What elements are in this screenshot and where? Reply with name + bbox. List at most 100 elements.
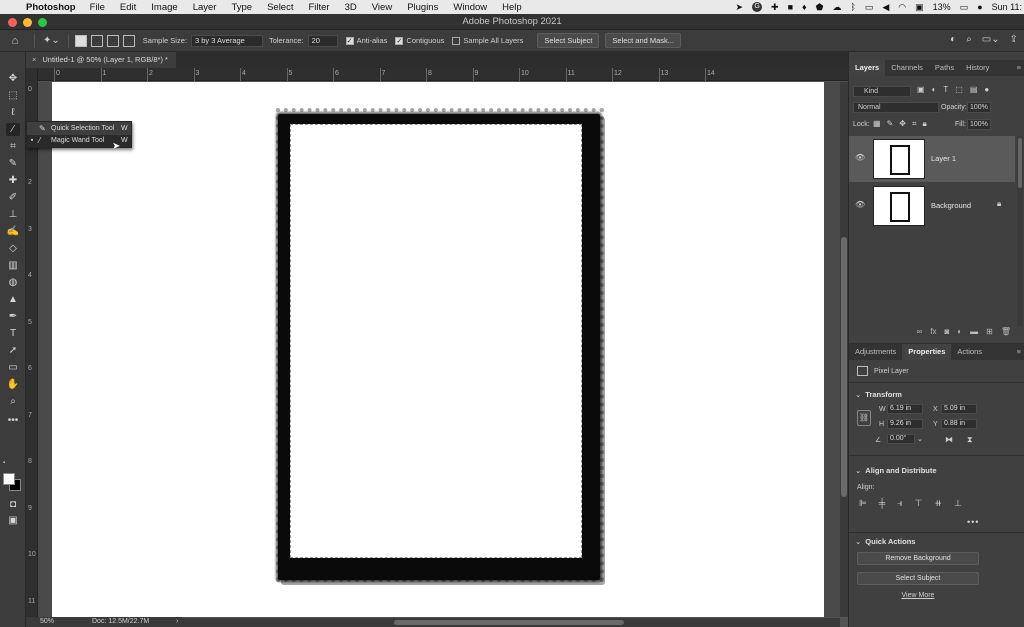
foreground-color-swatch[interactable]: [3, 473, 15, 485]
flip-horizontal-icon[interactable]: ⧓: [945, 435, 953, 444]
tab-layers[interactable]: Layers: [849, 60, 886, 76]
lock-pixels-icon[interactable]: ▦: [873, 119, 881, 129]
align-center-h-icon[interactable]: ╪: [879, 498, 885, 509]
panel-menu-icon[interactable]: ≡: [1017, 344, 1024, 360]
home-icon[interactable]: ⌂: [0, 35, 30, 47]
blur-tool-icon[interactable]: ◍: [6, 276, 20, 289]
marquee-tool-icon[interactable]: ⬚: [6, 89, 20, 102]
bluetooth-icon[interactable]: ᛒ: [850, 2, 855, 12]
layer-style-icon[interactable]: fx: [930, 327, 936, 341]
link-layers-icon[interactable]: ∞: [917, 327, 923, 341]
add-mask-icon[interactable]: ◙: [944, 327, 949, 341]
dodge-tool-icon[interactable]: ▲: [6, 293, 20, 306]
align-section-header[interactable]: ⌄ Align and Distribute: [855, 466, 937, 475]
menu-help[interactable]: Help: [502, 2, 522, 13]
user-icon[interactable]: ●: [977, 2, 982, 12]
quick-mask-icon[interactable]: ◘: [6, 498, 20, 511]
select-subject-quick-button[interactable]: Select Subject: [857, 572, 979, 585]
visibility-eye-icon[interactable]: 👁︎: [855, 153, 865, 162]
remove-background-button[interactable]: Remove Background: [857, 552, 979, 565]
move-tool-icon[interactable]: ✥: [6, 72, 20, 85]
adjustment-layer-icon[interactable]: ◐: [957, 327, 962, 341]
magic-wand-preset-icon[interactable]: ✦⌄: [43, 35, 60, 46]
angle-input[interactable]: 0.00°: [887, 434, 915, 444]
drop-icon[interactable]: ♦: [802, 2, 807, 12]
default-colors-icon[interactable]: ▪: [3, 460, 11, 468]
quick-selection-tool-item[interactable]: ✎ Quick Selection Tool W: [27, 123, 131, 135]
magic-wand-tool-icon[interactable]: ⁄: [6, 123, 20, 136]
menu-edit[interactable]: Edit: [120, 2, 136, 13]
grammarly-icon[interactable]: G: [752, 2, 763, 12]
lock-artboard-icon[interactable]: ⌗: [912, 119, 917, 129]
horizontal-ruler[interactable]: 0 1 2 3 4 5 6 7 8 9 10 11 12 13 14: [38, 68, 848, 81]
filter-toggle-icon[interactable]: ●: [984, 85, 989, 94]
fill-input[interactable]: 100%: [967, 119, 991, 130]
delete-layer-icon[interactable]: 🗑︎: [1001, 327, 1011, 341]
gradient-tool-icon[interactable]: ▥: [6, 259, 20, 272]
menu-layer[interactable]: Layer: [193, 2, 217, 13]
screen-icon[interactable]: ▣: [915, 2, 924, 13]
new-layer-icon[interactable]: ⊞: [986, 327, 993, 341]
display-icon[interactable]: ▭: [865, 2, 874, 13]
path-selection-icon[interactable]: ➚: [6, 344, 20, 357]
history-brush-icon[interactable]: ✍: [6, 225, 20, 238]
more-options-icon[interactable]: •••: [967, 517, 979, 527]
vertical-scrollbar[interactable]: [840, 82, 848, 617]
select-and-mask-button[interactable]: Select and Mask...: [605, 33, 682, 48]
lasso-tool-icon[interactable]: ℓ: [6, 106, 20, 119]
share-export-icon[interactable]: ⇪: [1010, 34, 1018, 45]
tab-adjustments[interactable]: Adjustments: [849, 344, 902, 360]
transform-section-header[interactable]: ⌄ Transform: [855, 390, 902, 399]
align-bottom-icon[interactable]: ⊥: [954, 498, 962, 509]
share-icon[interactable]: ◐: [950, 34, 956, 45]
menu-image[interactable]: Image: [151, 2, 177, 13]
lock-all-icon[interactable]: 🔒︎: [922, 119, 926, 129]
crop-tool-icon[interactable]: ⌗: [6, 140, 20, 153]
tab-channels[interactable]: Channels: [885, 60, 929, 76]
panel-menu-icon[interactable]: ≡: [1017, 60, 1024, 76]
layer-row-background[interactable]: 👁︎ Background 🔒︎: [849, 183, 1015, 229]
more-tools-icon[interactable]: •••: [6, 414, 20, 427]
menu-type[interactable]: Type: [231, 2, 252, 13]
layer-lock-icon[interactable]: 🔒︎: [997, 199, 1001, 209]
align-right-icon[interactable]: ⫣: [897, 498, 902, 509]
layer-name[interactable]: Layer 1: [931, 154, 956, 163]
vertical-ruler[interactable]: 01234567891011: [26, 68, 38, 617]
menu-view[interactable]: View: [372, 2, 392, 13]
location-icon[interactable]: ➤: [736, 2, 744, 13]
select-subject-button[interactable]: Select Subject: [537, 33, 600, 48]
height-input[interactable]: 9.26 in: [887, 419, 923, 429]
screen-mode-icon[interactable]: ▣: [6, 514, 20, 527]
workspace-icon[interactable]: ▭⌄: [982, 34, 1000, 45]
zoom-level[interactable]: 50%: [40, 617, 54, 627]
brush-tool-icon[interactable]: ✐: [6, 191, 20, 204]
cloud-icon[interactable]: ☁: [832, 2, 841, 13]
eyedropper-tool-icon[interactable]: ✎: [6, 157, 20, 170]
app-menu[interactable]: Photoshop: [26, 2, 76, 13]
wifi-icon[interactable]: ◠: [898, 2, 906, 13]
tab-history[interactable]: History: [960, 60, 995, 76]
volume-icon[interactable]: ◀: [882, 2, 889, 13]
filter-type-icon[interactable]: T: [943, 85, 948, 94]
type-tool-icon[interactable]: T: [6, 327, 20, 340]
eraser-tool-icon[interactable]: ◇: [6, 242, 20, 255]
zoom-tool-icon[interactable]: ⌕: [6, 395, 20, 408]
anti-alias-checkbox[interactable]: ✓ Anti-alias: [345, 36, 387, 45]
extension-icon[interactable]: ✚: [771, 2, 779, 13]
new-selection-icon[interactable]: [74, 34, 87, 47]
flip-vertical-icon[interactable]: ⧗: [967, 435, 973, 445]
close-tab-icon[interactable]: ×: [32, 55, 36, 64]
y-input[interactable]: 0.88 in: [941, 419, 977, 429]
new-group-icon[interactable]: ▬: [970, 327, 978, 341]
document-canvas[interactable]: [52, 82, 824, 617]
stamp-tool-icon[interactable]: ⊥: [6, 208, 20, 221]
layer-row-layer-1[interactable]: 👁︎ Layer 1: [849, 136, 1015, 182]
menu-window[interactable]: Window: [453, 2, 487, 13]
lock-paint-icon[interactable]: ✎: [887, 119, 894, 129]
camera-icon[interactable]: ■: [788, 2, 793, 12]
filter-smart-icon[interactable]: ▤: [970, 85, 978, 94]
horizontal-scrollbar[interactable]: [182, 618, 840, 627]
opacity-input[interactable]: 100%: [967, 102, 991, 113]
status-menu-arrow[interactable]: ›: [176, 617, 178, 627]
clock[interactable]: Sun 11:: [992, 2, 1022, 12]
